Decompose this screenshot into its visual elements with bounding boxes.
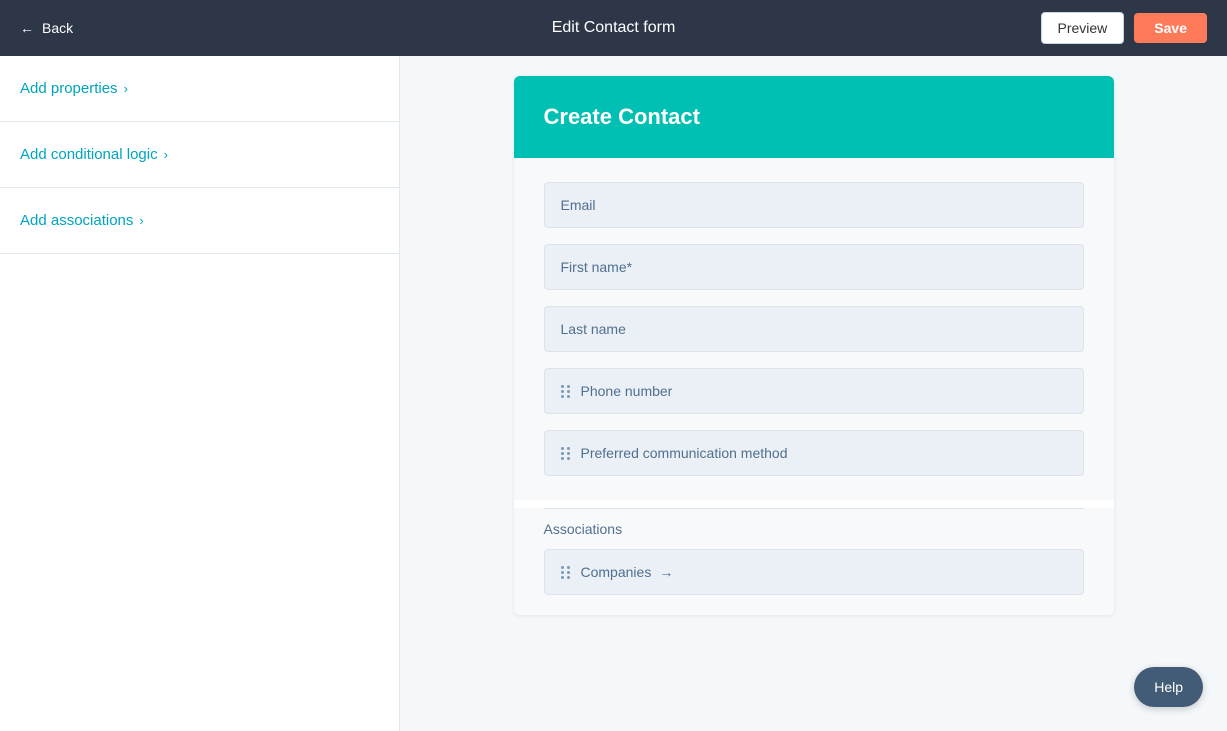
sidebar-item-add-properties[interactable]: Add properties ›	[0, 56, 399, 122]
sidebar-item-add-associations[interactable]: Add associations ›	[0, 188, 399, 254]
sidebar: Add properties › Add conditional logic ›…	[0, 56, 400, 731]
help-button[interactable]: Help	[1134, 667, 1203, 707]
form-card: Create Contact Email First name* Last na…	[514, 76, 1114, 615]
first-name-field[interactable]: First name*	[544, 244, 1084, 290]
associations-section: Associations Companies →	[514, 508, 1114, 615]
preferred-communication-field-label: Preferred communication method	[581, 445, 788, 461]
chevron-right-icon: ›	[124, 81, 128, 96]
save-button[interactable]: Save	[1134, 13, 1207, 43]
form-body: Email First name* Last name	[514, 158, 1114, 500]
first-name-field-label: First name*	[561, 259, 633, 275]
companies-field[interactable]: Companies →	[544, 549, 1084, 595]
form-header-title: Create Contact	[544, 104, 1084, 130]
back-arrow-icon: ←	[20, 20, 34, 36]
last-name-field-label: Last name	[561, 321, 626, 337]
email-field-label: Email	[561, 197, 596, 213]
main-layout: Add properties › Add conditional logic ›…	[0, 56, 1227, 731]
top-bar: ← Back Edit Contact form Preview Save	[0, 0, 1227, 56]
back-label: Back	[42, 20, 73, 36]
drag-handle-icon	[561, 385, 571, 398]
page-title: Edit Contact form	[552, 19, 676, 37]
drag-handle-icon	[561, 566, 571, 579]
back-button[interactable]: ← Back	[20, 20, 73, 36]
section-divider	[544, 508, 1084, 509]
phone-number-field-label: Phone number	[581, 383, 673, 399]
last-name-field[interactable]: Last name	[544, 306, 1084, 352]
chevron-right-icon: ›	[139, 213, 143, 228]
companies-field-label: Companies →	[581, 564, 674, 580]
drag-handle-icon	[561, 447, 571, 460]
phone-number-field[interactable]: Phone number	[544, 368, 1084, 414]
associations-label: Associations	[544, 517, 1084, 537]
arrow-right-icon: →	[659, 564, 673, 580]
sidebar-item-add-conditional-logic[interactable]: Add conditional logic ›	[0, 122, 399, 188]
preferred-communication-field[interactable]: Preferred communication method	[544, 430, 1084, 476]
chevron-right-icon: ›	[164, 147, 168, 162]
add-conditional-logic-label: Add conditional logic	[20, 146, 158, 163]
form-header: Create Contact	[514, 76, 1114, 158]
top-bar-actions: Preview Save	[1041, 12, 1208, 44]
email-field[interactable]: Email	[544, 182, 1084, 228]
main-content: Create Contact Email First name* Last na…	[400, 56, 1227, 731]
add-associations-label: Add associations	[20, 212, 133, 229]
add-properties-label: Add properties	[20, 80, 118, 97]
preview-button[interactable]: Preview	[1041, 12, 1125, 44]
